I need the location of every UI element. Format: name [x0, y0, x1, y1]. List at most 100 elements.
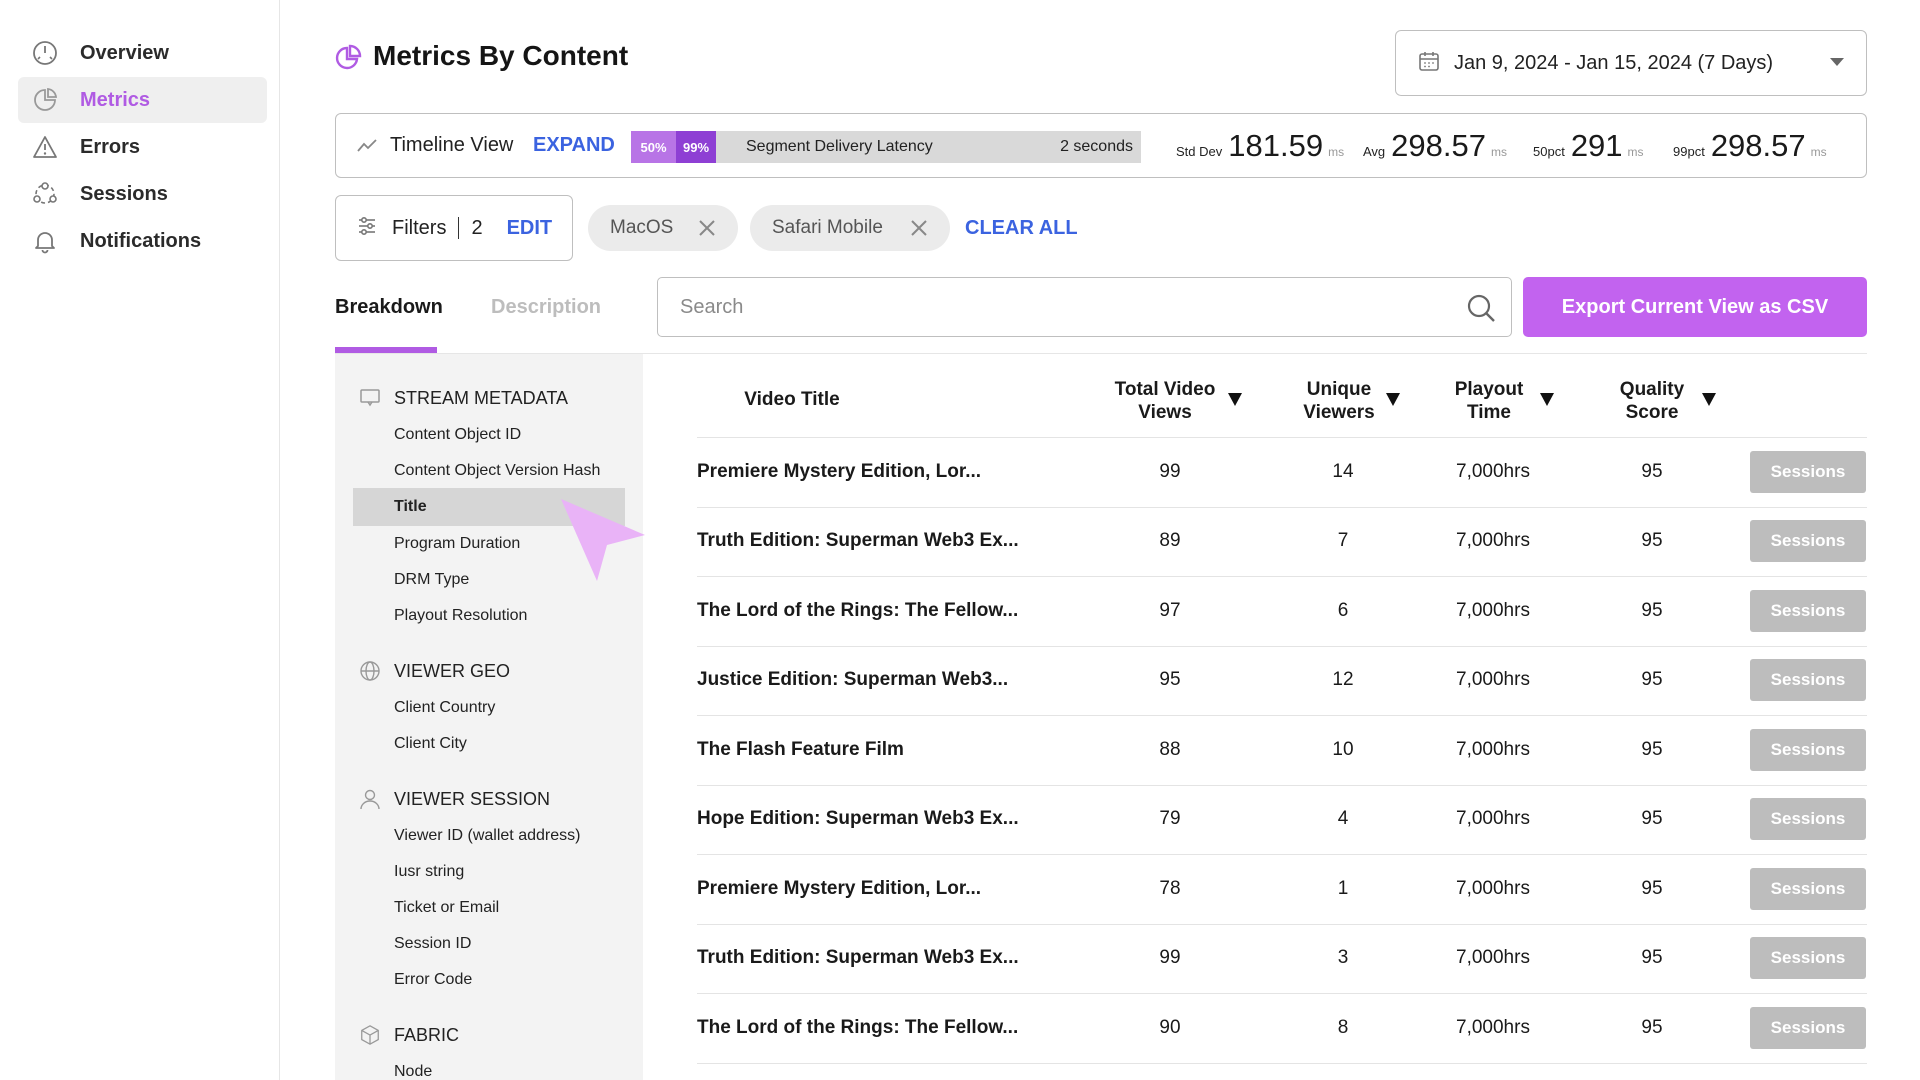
column-header-unique-viewers[interactable]: Unique Viewers [1284, 378, 1394, 424]
search-icon[interactable] [1465, 292, 1497, 324]
dimension-item[interactable]: Error Code [353, 961, 625, 999]
tab-breakdown[interactable]: Breakdown [335, 296, 443, 319]
dimension-item[interactable]: Viewer ID (wallet address) [353, 817, 625, 855]
dimension-item[interactable]: Content Object Version Hash [353, 452, 625, 490]
dimension-item[interactable]: Content Object ID [353, 416, 625, 454]
clear-all-link[interactable]: CLEAR ALL [965, 217, 1078, 240]
column-header-playout-time[interactable]: Playout Time [1434, 378, 1544, 424]
close-icon[interactable] [698, 219, 716, 237]
stat-unit: ms [1328, 145, 1345, 159]
dimension-item[interactable]: Playout Resolution [353, 597, 625, 635]
expand-link[interactable]: EXPAND [533, 134, 615, 157]
stat-unit: ms [1627, 145, 1644, 159]
dimension-item[interactable]: Client City [353, 725, 625, 763]
chevron-down-icon [1830, 58, 1844, 66]
sessions-button[interactable]: Sessions [1750, 728, 1866, 771]
sessions-icon [30, 179, 60, 209]
stat-value: 298.57 [1391, 128, 1486, 163]
sidebar-item-overview[interactable]: Overview [18, 30, 267, 76]
quality-score-cell: 95 [1641, 1016, 1663, 1038]
sessions-button[interactable]: Sessions [1750, 520, 1866, 563]
stat-label: 99pct [1673, 144, 1705, 159]
total-views-cell: 99 [1159, 947, 1181, 969]
latency-bar: 50% 99% Segment Delivery Latency 2 secon… [631, 131, 1141, 163]
gauge-icon [30, 38, 60, 68]
sidebar-item-label: Errors [80, 135, 141, 158]
row-divider [697, 854, 1867, 855]
sessions-button[interactable]: Sessions [1750, 450, 1866, 493]
dimension-item[interactable]: Iusr string [353, 853, 625, 891]
sort-down-icon[interactable] [1702, 393, 1716, 406]
playout-time-cell: 7,000hrs [1456, 530, 1530, 552]
quality-score-cell: 95 [1641, 460, 1663, 482]
edit-filters-link[interactable]: EDIT [507, 217, 553, 240]
export-csv-button[interactable]: Export Current View as CSV [1523, 277, 1867, 337]
stat-50pct: 50pct 291 ms [1533, 128, 1644, 164]
sessions-button[interactable]: Sessions [1750, 659, 1866, 702]
quality-score-cell: 95 [1641, 669, 1663, 691]
total-views-cell: 97 [1159, 599, 1181, 621]
date-range-picker[interactable]: Jan 9, 2024 - Jan 15, 2024 (7 Days) [1395, 30, 1867, 96]
sliders-icon [356, 215, 378, 242]
quality-score-cell: 95 [1641, 530, 1663, 552]
sidebar-item-sessions[interactable]: Sessions [18, 171, 267, 217]
unique-viewers-cell: 6 [1337, 599, 1349, 621]
column-header-quality-score[interactable]: Quality Score [1597, 378, 1707, 424]
dimension-group-stream-metadata: STREAM METADATA [359, 387, 568, 409]
dimension-group-viewer-geo: VIEWER GEO [359, 660, 510, 682]
tab-description[interactable]: Description [491, 296, 601, 319]
video-title-cell: Premiere Mystery Edition, Lor... [697, 877, 982, 899]
dimension-panel: STREAM METADATA Content Object ID Conten… [335, 354, 643, 1080]
sessions-button[interactable]: Sessions [1750, 589, 1866, 632]
video-title-cell: The Lord of the Rings: The Fellow... [697, 1016, 1019, 1038]
sessions-button[interactable]: Sessions [1750, 937, 1866, 980]
sidebar-item-notifications[interactable]: Notifications [18, 218, 267, 264]
sidebar-item-label: Notifications [80, 229, 202, 252]
playout-time-cell: 7,000hrs [1456, 599, 1530, 621]
column-header-line: Quality [1619, 379, 1685, 400]
dimension-item[interactable]: Node [353, 1053, 625, 1080]
sort-down-icon[interactable] [1386, 393, 1400, 406]
dimension-item[interactable]: Ticket or Email [353, 889, 625, 927]
column-header-line: Time [1466, 402, 1511, 423]
search-input[interactable] [680, 292, 1440, 322]
latency-p50-badge: 50% [631, 131, 676, 163]
row-divider [697, 923, 1867, 925]
total-views-cell: 89 [1159, 530, 1181, 552]
column-header-total-video-views[interactable]: Total Video Views [1100, 378, 1230, 424]
row-divider [697, 576, 1867, 577]
trend-line-icon [356, 136, 378, 161]
stat-value: 298.57 [1710, 128, 1806, 163]
row-divider [697, 784, 1867, 786]
dimension-item[interactable]: Session ID [353, 925, 625, 963]
total-views-cell: 90 [1159, 1016, 1181, 1038]
sessions-button[interactable]: Sessions [1750, 1006, 1866, 1049]
sidebar-item-errors[interactable]: Errors [18, 124, 267, 170]
quality-score-cell: 95 [1641, 808, 1663, 830]
latency-p99-badge: 99% [676, 131, 716, 163]
dimension-group-label: STREAM METADATA [394, 387, 569, 408]
stat-label: 50pct [1533, 144, 1565, 159]
dimension-item[interactable]: Client Country [353, 689, 625, 727]
stat-value: 291 [1570, 128, 1623, 163]
video-title-cell: Truth Edition: Superman Web3 Ex... [697, 947, 1019, 969]
calendar-icon [1418, 50, 1440, 77]
column-header-line: Viewers [1303, 402, 1375, 423]
column-header-line: Unique [1306, 379, 1372, 400]
quality-score-cell: 95 [1641, 599, 1663, 621]
filters-divider [458, 217, 460, 239]
sessions-button[interactable]: Sessions [1750, 798, 1866, 841]
sort-down-icon[interactable] [1228, 393, 1242, 406]
warning-icon [30, 132, 60, 162]
playout-time-cell: 7,000hrs [1456, 947, 1530, 969]
sort-down-icon[interactable] [1540, 393, 1554, 406]
close-icon[interactable] [910, 219, 928, 237]
sidebar-item-metrics[interactable]: Metrics [18, 77, 267, 123]
stat-unit: ms [1491, 145, 1507, 159]
total-views-cell: 99 [1159, 460, 1181, 482]
sessions-button[interactable]: Sessions [1750, 867, 1866, 910]
stats-bar: Timeline View EXPAND 50% 99% Segment Del… [335, 113, 1867, 178]
quality-score-cell: 95 [1641, 877, 1663, 899]
stat-label: Avg [1363, 144, 1386, 159]
timeline-view-label: Timeline View [390, 134, 514, 156]
